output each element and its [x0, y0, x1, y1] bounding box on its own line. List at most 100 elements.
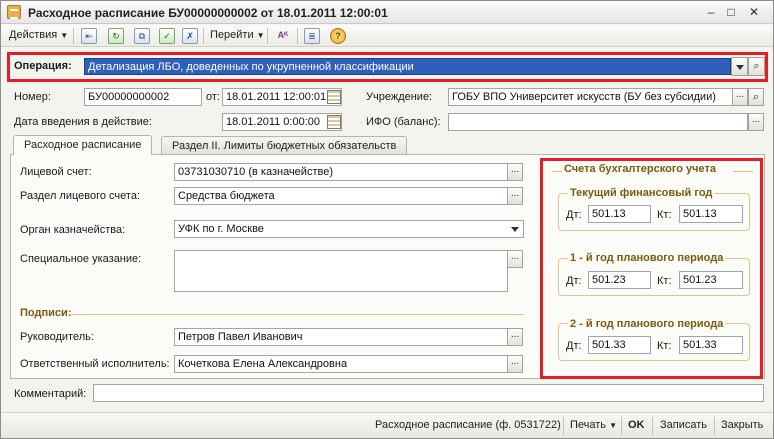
date-field[interactable]: 18.01.2011 12:00:01: [222, 88, 342, 106]
refresh-icon[interactable]: ↻: [108, 28, 124, 44]
accounts-divider: [552, 171, 562, 172]
comment-label: Комментарий:: [14, 388, 87, 400]
account-label: Лицевой счет:: [20, 166, 92, 178]
unpost-document-icon[interactable]: ✗: [182, 28, 198, 44]
effective-date-label: Дата введения в действие:: [14, 116, 152, 128]
current-year-dt-field[interactable]: 501.13: [588, 205, 651, 223]
special-instruction-select-button[interactable]: ...: [507, 250, 523, 268]
footer-divider: [714, 417, 715, 435]
head-select-button[interactable]: ...: [507, 328, 523, 346]
current-year-dt-label: Дт:: [566, 209, 582, 221]
report-icon[interactable]: ≣: [304, 28, 320, 44]
account-field[interactable]: 03731030710 (в казначействе): [174, 163, 508, 181]
ifo-label: ИФО (баланс):: [366, 116, 441, 128]
document-icon: [7, 5, 21, 19]
plan-year-1-dt-field[interactable]: 501.23: [588, 271, 651, 289]
current-year-kt-label: Кт:: [657, 209, 672, 221]
toolbar-divider: [267, 28, 268, 44]
institution-select-button[interactable]: ...: [732, 88, 748, 106]
number-field[interactable]: БУ00000000002: [84, 88, 202, 106]
ifo-field[interactable]: [448, 113, 748, 131]
operation-dropdown-button[interactable]: [731, 57, 748, 76]
actions-menu[interactable]: Действия ▼: [9, 29, 68, 41]
institution-label: Учреждение:: [366, 91, 433, 103]
search-icon[interactable]: ⌕: [748, 88, 764, 106]
executor-label: Ответственный исполнитель:: [20, 358, 170, 370]
treasury-dropdown-button[interactable]: [507, 220, 523, 238]
executor-field[interactable]: Кочеткова Елена Александровна: [174, 355, 508, 373]
operation-label: Операция:: [14, 60, 72, 72]
plan-year-2-kt-label: Кт:: [657, 340, 672, 352]
comment-field[interactable]: [93, 384, 764, 402]
signatures-title: Подписи:: [20, 307, 72, 319]
chevron-down-icon: ▼: [60, 31, 69, 40]
save-close-icon[interactable]: ⇤: [81, 28, 97, 44]
plan-year-2-title: 2 - й год планового периода: [568, 318, 726, 330]
toolbar-divider: [203, 28, 204, 44]
tab-expense-schedule[interactable]: Расходное расписание: [13, 135, 153, 155]
plan-year-2-dt-field[interactable]: 501.33: [588, 336, 651, 354]
goto-menu-label: Перейти: [210, 29, 254, 41]
help-icon[interactable]: ?: [330, 28, 346, 44]
toolbar-divider: [73, 28, 74, 44]
print-menu-button[interactable]: Печать ▼: [570, 419, 617, 431]
ifo-select-button[interactable]: ...: [748, 113, 764, 131]
account-select-button[interactable]: ...: [507, 163, 523, 181]
operation-field[interactable]: Детализация ЛБО, доведенных по укрупненн…: [84, 58, 731, 75]
head-field[interactable]: Петров Павел Иванович: [174, 328, 508, 346]
current-year-kt-field[interactable]: 501.13: [679, 205, 743, 223]
calendar-icon[interactable]: [327, 115, 341, 129]
institution-field[interactable]: ГОБУ ВПО Университет искусств (БУ без су…: [448, 88, 733, 106]
signatures-divider: [69, 314, 524, 315]
chevron-down-icon: ▼: [609, 421, 618, 430]
special-instruction-field[interactable]: [174, 250, 508, 292]
plan-year-1-kt-label: Кт:: [657, 275, 672, 287]
chevron-down-icon: [736, 65, 744, 70]
close-window-button[interactable]: ✕: [746, 5, 762, 20]
copy-document-icon[interactable]: ⧉: [134, 28, 150, 44]
print-form-button[interactable]: Расходное расписание (ф. 0531722): [375, 419, 561, 431]
accounts-divider: [733, 171, 753, 172]
footer-divider: [621, 417, 622, 435]
search-icon[interactable]: ⌕: [748, 57, 765, 76]
account-section-label: Раздел лицевого счета:: [20, 190, 141, 202]
actions-menu-label: Действия: [9, 29, 58, 41]
executor-select-button[interactable]: ...: [507, 355, 523, 373]
bottom-bar: Расходное расписание (ф. 0531722) Печать…: [1, 412, 773, 438]
account-section-select-button[interactable]: ...: [507, 187, 523, 205]
plan-year-2-dt-label: Дт:: [566, 340, 582, 352]
movements-icon[interactable]: Aᴷ: [275, 28, 291, 44]
effective-date-field[interactable]: 18.01.2011 0:00:00: [222, 113, 342, 131]
treasury-label: Орган казначейства:: [20, 224, 126, 236]
calendar-icon[interactable]: [327, 90, 341, 104]
footer-divider: [652, 417, 653, 435]
goto-menu[interactable]: Перейти ▼: [210, 29, 265, 41]
date-from-label: от:: [206, 91, 220, 103]
chevron-down-icon: ▼: [256, 31, 265, 40]
minimize-button[interactable]: –: [703, 5, 719, 20]
current-year-title: Текущий финансовый год: [568, 187, 715, 199]
toolbar-divider: [297, 28, 298, 44]
save-button[interactable]: Записать: [660, 419, 707, 431]
window-title: Расходное расписание БУ00000000002 от 18…: [28, 6, 388, 20]
plan-year-1-title: 1 - й год планового периода: [568, 252, 726, 264]
post-document-icon[interactable]: ✓: [159, 28, 175, 44]
maximize-button[interactable]: □: [723, 5, 739, 20]
chevron-down-icon: [511, 227, 519, 232]
plan-year-2-kt-field[interactable]: 501.33: [679, 336, 743, 354]
head-label: Руководитель:: [20, 331, 94, 343]
number-label: Номер:: [14, 91, 51, 103]
ok-button[interactable]: OK: [628, 419, 645, 431]
special-instruction-label: Специальное указание:: [20, 253, 142, 265]
close-button[interactable]: Закрыть: [721, 419, 763, 431]
title-bar: Расходное расписание БУ00000000002 от 18…: [1, 1, 773, 24]
plan-year-1-kt-field[interactable]: 501.23: [679, 271, 743, 289]
accounts-title: Счета бухгалтерского учета: [564, 163, 717, 175]
footer-divider: [563, 417, 564, 435]
toolbar: Действия ▼ ⇤ ↻ ⧉ ✓ ✗ Перейти ▼ Aᴷ ≣ ?: [1, 25, 773, 47]
tab-limits-section[interactable]: Раздел II. Лимиты бюджетных обязательств: [161, 136, 408, 154]
print-menu-label: Печать: [570, 419, 607, 431]
document-window: Расходное расписание БУ00000000002 от 18…: [0, 0, 774, 439]
account-section-field[interactable]: Средства бюджета: [174, 187, 508, 205]
treasury-field[interactable]: УФК по г. Москве: [174, 220, 524, 238]
